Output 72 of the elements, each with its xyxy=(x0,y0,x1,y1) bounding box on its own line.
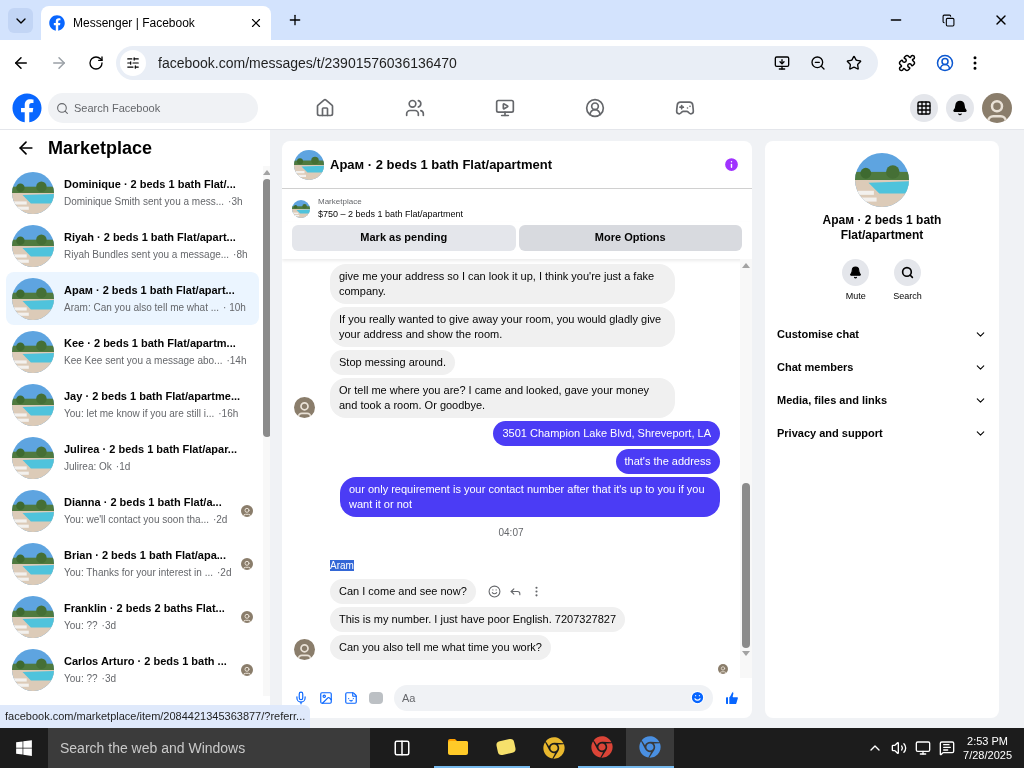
browser-tab[interactable]: Messenger | Facebook xyxy=(41,6,271,40)
mark-pending-button[interactable]: Mark as pending xyxy=(292,224,516,251)
conversation-item[interactable]: Brian · 2 beds 1 bath Flat/apa... You: Thanks for your interest in ... ·2d xyxy=(6,537,260,590)
message-preview: You: ?? xyxy=(64,672,98,687)
details-title: Арам · 2 beds 1 bath Flat/apartment xyxy=(821,213,943,243)
conversation-title: Brian · 2 beds 1 bath Flat/apa... xyxy=(64,547,227,563)
message-preview: Dominique Smith sent you a mess... xyxy=(64,195,225,210)
conversation-item[interactable]: Julirea · 2 beds 1 bath Flat/apar... Julirea: Ok ·1d xyxy=(6,431,260,484)
section-item[interactable]: Media, files and links xyxy=(777,383,987,417)
conversation-title: Carlos Arturo · 2 beds 1 bath ... xyxy=(64,653,228,669)
tab-title: Messenger | Facebook xyxy=(73,15,196,32)
message-preview: You: we'll contact you soon tha... xyxy=(64,513,209,528)
message-preview: You: ?? xyxy=(64,619,98,634)
conversation-item[interactable]: Арам · 2 beds 1 bath Flat/apart... Aram: Can you also tell me what ... · 10h xyxy=(6,272,260,325)
conversation-title: Арам · 2 beds 1 bath Flat/apart... xyxy=(64,282,236,298)
listing-title: $750 – 2 beds 1 bath Flat/apartment xyxy=(318,208,464,221)
conversation-item[interactable]: Jay · 2 beds 1 bath Flat/apartme... You: let me know if you are still i... ·16h xyxy=(6,378,260,431)
received-message: Or tell me where you are? I came and looked, gave your money and took a room. Or goodbye. xyxy=(330,377,675,418)
sidebar-title: Marketplace xyxy=(48,136,153,160)
message-preview: Aram: Can you also tell me what ... xyxy=(64,301,220,316)
conversation-title: Dominique · 2 beds 1 bath Flat/... xyxy=(64,176,237,192)
message-time: ·3d xyxy=(101,672,116,687)
message-preview: You: Thanks for your interest in ... xyxy=(64,566,213,581)
more-options-button[interactable]: More Options xyxy=(518,224,742,251)
conversation-item[interactable]: Dominique · 2 beds 1 bath Flat/... Dominique Smith sent you a mess... ·3h xyxy=(6,166,260,219)
message-time: · 10h xyxy=(223,301,246,316)
address-bar[interactable]: facebook.com/messages/t/23901576036136470 xyxy=(116,46,878,80)
message-preview: Riyah Bundles sent you a message... xyxy=(64,248,230,263)
search-field[interactable]: Search Facebook xyxy=(48,92,258,123)
sent-message: that's the address xyxy=(615,448,720,474)
message-time: ·8h xyxy=(233,248,248,263)
listing-source: Marketplace xyxy=(318,196,363,208)
message-time: ·1d xyxy=(115,460,131,475)
message-time: ·2d xyxy=(212,513,228,528)
section-item[interactable]: Customise chat xyxy=(777,317,987,351)
message-preview: Kee Kee sent you a message abo... xyxy=(64,354,223,369)
conversation-item[interactable]: Carlos Arturo · 2 beds 1 bath ... You: ?? ·3d xyxy=(6,643,260,696)
conversation-title: Kee · 2 beds 1 bath Flat/apartm... xyxy=(64,335,237,351)
chat-title: Арам · 2 beds 1 bath Flat/apartment xyxy=(330,155,553,174)
received-message: Can I come and see now? xyxy=(330,578,476,604)
sent-message: 3501 Champion Lake Blvd, Shreveport, LA xyxy=(493,420,720,446)
conversation-item[interactable]: Kee · 2 beds 1 bath Flat/apartm... Kee Kee sent you a message abo... ·14h xyxy=(6,325,260,378)
conversation-item[interactable]: Dianna · 2 beds 1 bath Flat/a... You: we'll contact you soon tha... ·2d xyxy=(6,484,260,537)
clock-time: 2:53 PM xyxy=(967,734,1008,748)
conversation-title: Riyah · 2 beds 1 bath Flat/apart... xyxy=(64,229,237,245)
url-text: facebook.com/messages/t/23901576036136470 xyxy=(158,53,458,73)
sent-message: our only requirement is your contact number after that it's up to you if you want it or not xyxy=(340,476,720,517)
sender-name: Aram xyxy=(330,559,354,571)
clock-date: 7/28/2025 xyxy=(963,748,1012,762)
conversation-title: Dianna · 2 beds 1 bath Flat/a... xyxy=(64,494,223,510)
message-time: ·14h xyxy=(226,354,247,369)
message-time: ·3h xyxy=(228,195,243,210)
received-message: give me your address so I can look it up, I think you're just a fake company. xyxy=(330,263,675,304)
conversation-title: Franklin · 2 beds 2 baths Flat... xyxy=(64,600,226,616)
section-item[interactable]: Privacy and support xyxy=(777,416,987,450)
conversation-title: Jay · 2 beds 1 bath Flat/apartme... xyxy=(64,388,242,404)
conversation-item[interactable]: Franklin · 2 beds 2 baths Flat... You: ?? ·3d xyxy=(6,590,260,643)
message-preview: Julirea: Ok xyxy=(64,460,112,475)
received-message: Can you also tell me what time you work? xyxy=(330,634,551,660)
message-time: ·16h xyxy=(218,407,239,422)
message-time: ·3d xyxy=(101,619,116,634)
message-field[interactable]: Aa xyxy=(394,685,713,711)
message-preview: You: let me know if you are still i... xyxy=(64,407,215,422)
received-message: This is my number. I just have poor English. 7207327827 xyxy=(330,606,625,632)
taskbar-search[interactable]: Search the web and Windows xyxy=(48,728,370,768)
message-time: ·2d xyxy=(217,566,232,581)
conversation-title: Julirea · 2 beds 1 bath Flat/apar... xyxy=(64,441,238,457)
timestamp: 04:07 xyxy=(498,525,524,540)
received-message: Stop messing around. xyxy=(330,349,455,375)
conversation-item[interactable]: Riyah · 2 beds 1 bath Flat/apart... Riyah Bundles sent you a message... ·8h xyxy=(6,219,260,272)
received-message: If you really wanted to give away your room, you would gladly give your address and show the room. xyxy=(330,306,675,347)
section-item[interactable]: Chat members xyxy=(777,350,987,384)
